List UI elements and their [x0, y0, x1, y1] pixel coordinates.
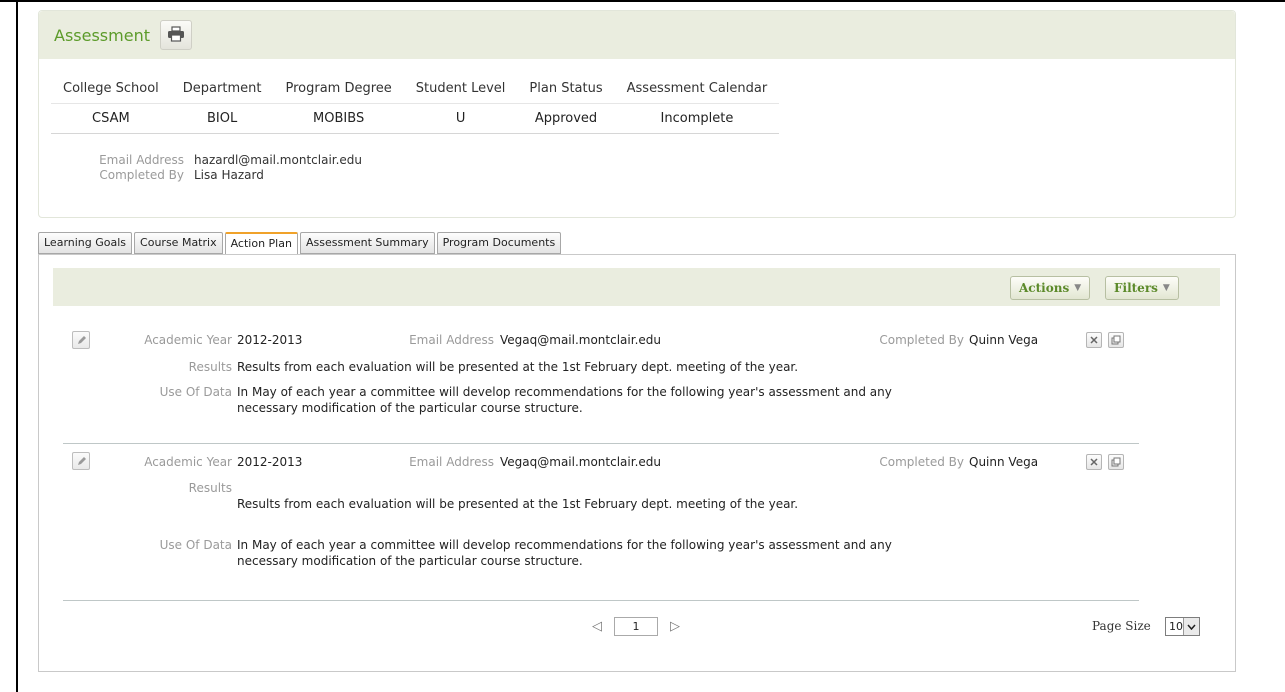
summary-header-row: College School Department Program Degree…	[51, 75, 780, 104]
header-department: Department	[170, 75, 274, 104]
header-program-degree: Program Degree	[273, 75, 404, 104]
print-button[interactable]	[159, 20, 192, 50]
actions-button-label: Actions	[1019, 281, 1070, 295]
assessment-summary-table: College School Department Program Degree…	[51, 75, 780, 134]
results-label: Results	[188, 360, 232, 374]
value-college-school: CSAM	[51, 103, 171, 134]
tab-action-plan[interactable]: Action Plan	[224, 232, 298, 255]
delete-icon[interactable]	[1086, 332, 1102, 348]
completed-by-value: Quinn Vega	[969, 455, 1039, 469]
next-page-icon[interactable]: ▷	[666, 619, 684, 634]
value-program-degree: MOBIBS	[273, 103, 404, 134]
results-value: Results from each evaluation will be pre…	[237, 497, 799, 511]
value-plan-status: Approved	[517, 103, 615, 134]
edit-icon[interactable]	[72, 452, 90, 470]
results-label: Results	[188, 481, 232, 495]
summary-value-row: CSAM BIOL MOBIBS U Approved Incomplete	[51, 103, 780, 134]
use-of-data-line1: In May of each year a committee will dev…	[237, 538, 892, 552]
meta-email-row: Email Address hazardl@mail.montclair.edu	[59, 153, 362, 168]
meta-completed-label: Completed By	[99, 168, 184, 182]
page-size-select[interactable]: 10	[1165, 617, 1200, 636]
header-student-level: Student Level	[403, 75, 518, 104]
use-of-data-line2: necessary modification of the particular…	[237, 554, 583, 568]
use-of-data-line1: In May of each year a committee will dev…	[237, 385, 892, 399]
email-address-value: Vegaq@mail.montclair.edu	[500, 333, 661, 347]
entry-divider	[63, 600, 1139, 601]
tab-program-documents[interactable]: Program Documents	[436, 232, 562, 254]
value-department: BIOL	[170, 103, 274, 134]
delete-icon[interactable]	[1086, 454, 1102, 470]
use-of-data-line2: necessary modification of the particular…	[237, 401, 583, 415]
meta-email-value: hazardl@mail.montclair.edu	[194, 153, 363, 167]
action-plan-entry: Academic Year 2012-2013 Email Address Ve…	[64, 327, 1139, 437]
tab-course-matrix[interactable]: Course Matrix	[134, 232, 223, 254]
entry-divider	[63, 443, 1139, 444]
page-size-value: 10	[1169, 620, 1183, 633]
filters-button-label: Filters	[1114, 281, 1158, 295]
copy-icon[interactable]	[1108, 454, 1124, 470]
academic-year-label: Academic Year	[144, 333, 232, 347]
academic-year-label: Academic Year	[144, 455, 232, 469]
use-of-data-label: Use Of Data	[159, 538, 232, 552]
assessment-panel: Assessment College School Department Pro…	[38, 10, 1236, 218]
copy-icon[interactable]	[1108, 332, 1124, 348]
printer-icon	[167, 25, 185, 45]
completed-by-label: Completed By	[879, 333, 964, 347]
page-number-input[interactable]: 1	[614, 617, 658, 636]
assessment-meta: Email Address hazardl@mail.montclair.edu…	[59, 153, 362, 183]
chevron-down-icon[interactable]	[1183, 618, 1199, 635]
academic-year-value: 2012-2013	[237, 333, 303, 347]
chevron-down-icon: ▼	[1162, 283, 1170, 293]
meta-completed-value: Lisa Hazard	[194, 168, 264, 182]
action-plan-panel: Actions ▼ Filters ▼ Academic Year 2012-2…	[38, 254, 1236, 672]
completed-by-label: Completed By	[879, 455, 964, 469]
completed-by-value: Quinn Vega	[969, 333, 1039, 347]
action-plan-entry: Academic Year 2012-2013 Email Address Ve…	[64, 452, 1139, 592]
header-college-school: College School	[51, 75, 171, 104]
header-plan-status: Plan Status	[517, 75, 615, 104]
tab-learning-goals[interactable]: Learning Goals	[38, 232, 133, 254]
pagination: ◁ 1 ▷	[588, 617, 684, 636]
page-size-label: Page Size	[1092, 619, 1151, 633]
tab-assessment-summary[interactable]: Assessment Summary	[299, 232, 435, 254]
meta-email-label: Email Address	[99, 153, 184, 167]
email-address-value: Vegaq@mail.montclair.edu	[500, 455, 661, 469]
value-assessment-calendar: Incomplete	[614, 103, 780, 134]
results-value: Results from each evaluation will be pre…	[237, 360, 799, 374]
filters-button[interactable]: Filters ▼	[1105, 276, 1179, 300]
frame-left-border	[16, 0, 18, 692]
academic-year-value: 2012-2013	[237, 455, 303, 469]
header-assessment-calendar: Assessment Calendar	[614, 75, 780, 104]
value-student-level: U	[403, 103, 518, 134]
assessment-title: Assessment	[54, 25, 150, 45]
meta-completed-row: Completed By Lisa Hazard	[59, 168, 362, 183]
tab-bar: Learning Goals Course Matrix Action Plan…	[38, 232, 563, 255]
email-address-label: Email Address	[409, 333, 494, 347]
assessment-header: Assessment	[39, 11, 1235, 59]
frame-top-border	[0, 0, 1285, 2]
chevron-down-icon: ▼	[1074, 283, 1082, 293]
use-of-data-label: Use Of Data	[159, 385, 232, 399]
actions-button[interactable]: Actions ▼	[1010, 276, 1091, 300]
action-plan-toolbar: Actions ▼ Filters ▼	[53, 268, 1220, 306]
email-address-label: Email Address	[409, 455, 494, 469]
previous-page-icon[interactable]: ◁	[588, 619, 606, 634]
edit-icon[interactable]	[72, 331, 90, 349]
